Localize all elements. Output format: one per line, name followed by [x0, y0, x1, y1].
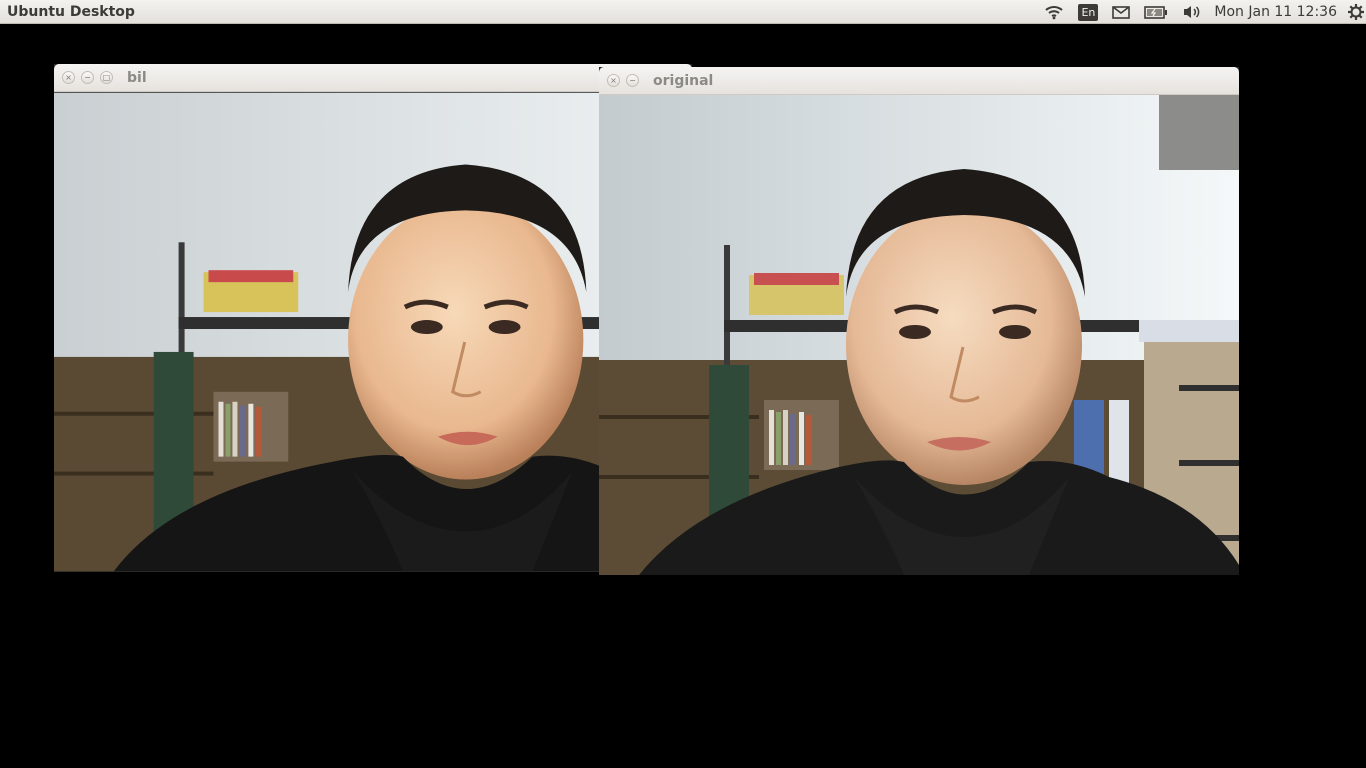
window-title: bil [127, 70, 147, 86]
webcam-image-filtered [54, 92, 692, 572]
top-panel: Ubuntu Desktop En Mon Jan 11 12:36 [0, 0, 1366, 24]
minimize-button[interactable]: − [626, 74, 639, 87]
clock[interactable]: Mon Jan 11 12:36 [1214, 4, 1337, 20]
minimize-button[interactable]: − [81, 71, 94, 84]
titlebar-bil[interactable]: × − □ bil [54, 64, 692, 92]
window-title: original [653, 73, 714, 89]
keyboard-layout-indicator[interactable]: En [1078, 3, 1099, 21]
keyboard-layout-label: En [1078, 3, 1099, 21]
mail-icon[interactable] [1112, 5, 1131, 19]
maximize-button[interactable]: □ [100, 71, 113, 84]
close-button[interactable]: × [62, 71, 75, 84]
app-title[interactable]: Ubuntu Desktop [7, 3, 135, 21]
close-button[interactable]: × [607, 74, 620, 87]
image-view-original [599, 95, 1239, 575]
window-original[interactable]: × − original [599, 67, 1239, 575]
window-bil[interactable]: × − □ bil [54, 64, 692, 572]
indicator-area: En Mon Jan 11 12:36 [1037, 0, 1366, 24]
image-view-bil [54, 92, 692, 572]
titlebar-original[interactable]: × − original [599, 67, 1239, 95]
gear-icon[interactable] [1347, 3, 1365, 21]
webcam-image-original [599, 95, 1239, 575]
volume-icon[interactable] [1182, 4, 1202, 20]
wifi-icon[interactable] [1044, 4, 1064, 20]
battery-icon[interactable] [1144, 5, 1168, 19]
